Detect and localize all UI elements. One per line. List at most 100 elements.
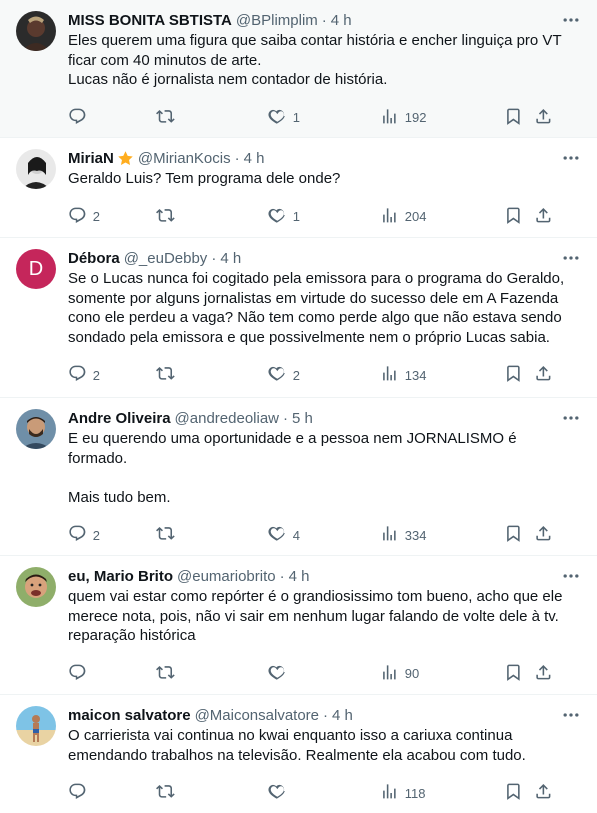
display-name[interactable]: maicon salvatore [68,707,191,724]
views-button[interactable]: 134 [380,364,504,386]
timestamp[interactable]: 5 h [292,410,313,427]
share-button[interactable] [534,107,554,129]
share-button[interactable] [534,663,554,685]
tweet[interactable]: Andre Oliveira @andredeoliaw · 5 h E eu … [0,398,597,556]
reply-button[interactable]: 2 [68,206,156,228]
tweet[interactable]: D Débora @_euDebby · 4 h Se o Lucas nunc… [0,238,597,398]
bookmark-button[interactable] [504,206,534,228]
avatar[interactable] [16,149,56,189]
timestamp[interactable]: 4 h [289,568,310,585]
more-options-icon[interactable] [561,148,581,168]
separator-dot: · [279,567,285,585]
tweet-actions: 90 [68,652,581,696]
tweet-actions: 1 192 [68,96,581,140]
reply-icon [68,782,87,804]
heart-icon [268,663,287,685]
more-options-icon[interactable] [561,705,581,725]
more-options-icon[interactable] [561,408,581,428]
avatar[interactable] [16,706,56,746]
like-button[interactable]: 1 [268,206,380,228]
like-button[interactable]: 4 [268,524,380,546]
like-count: 1 [292,209,300,224]
like-button[interactable]: 1 [268,107,380,129]
avatar[interactable]: D [16,249,56,289]
views-button[interactable]: 204 [380,206,504,228]
tweet[interactable]: MISS BONITA SBTISTA @BPlimplim · 4 h Ele… [0,0,597,138]
views-button[interactable]: 118 [380,782,504,804]
reply-count: 2 [92,527,100,543]
reply-icon [68,107,87,129]
display-name[interactable]: eu, Mario Brito [68,568,173,585]
timestamp[interactable]: 4 h [244,150,265,167]
reply-icon [68,524,87,546]
more-options-icon[interactable] [561,248,581,268]
share-icon [534,663,553,685]
reply-count: 2 [92,209,100,224]
retweet-icon [156,663,175,685]
bookmark-button[interactable] [504,364,534,386]
retweet-icon [156,206,175,228]
bookmark-button[interactable] [504,107,534,129]
avatar[interactable] [16,567,56,607]
retweet-button[interactable] [156,107,268,129]
retweet-button[interactable] [156,364,268,386]
more-options-icon[interactable] [561,566,581,586]
tweet[interactable]: eu, Mario Brito @eumariobrito · 4 h quem… [0,556,597,695]
avatar[interactable] [16,409,56,449]
share-button[interactable] [534,524,554,546]
views-button[interactable]: 90 [380,663,504,685]
retweet-icon [156,364,175,386]
bookmark-icon [504,206,523,228]
views-button[interactable]: 334 [380,524,504,546]
share-icon [534,206,553,228]
reply-button[interactable] [68,782,156,804]
reply-button[interactable] [68,107,156,129]
avatar[interactable] [16,11,56,51]
share-button[interactable] [534,206,554,228]
bookmark-button[interactable] [504,782,534,804]
like-button[interactable] [268,782,380,804]
display-name[interactable]: Débora [68,250,120,267]
display-name[interactable]: MISS BONITA SBTISTA [68,12,232,29]
timestamp[interactable]: 4 h [331,12,352,29]
view-count: 134 [404,367,427,383]
like-button[interactable] [268,663,380,685]
retweet-button[interactable] [156,663,268,685]
view-count: 118 [404,785,426,801]
tweet-text: E eu querendo uma oportunidade e a pesso… [68,430,517,506]
reply-button[interactable]: 2 [68,364,156,386]
like-button[interactable]: 2 [268,364,380,386]
user-handle[interactable]: @Maiconsalvatore [195,707,319,724]
bookmark-button[interactable] [504,524,534,546]
retweet-button[interactable] [156,782,268,804]
user-handle[interactable]: @_euDebby [124,250,208,267]
timestamp[interactable]: 4 h [220,250,241,267]
reply-button[interactable]: 2 [68,524,156,546]
like-count: 1 [292,110,300,125]
user-handle[interactable]: @MirianKocis [138,150,231,167]
reply-button[interactable] [68,663,156,685]
display-name[interactable]: Andre Oliveira [68,410,171,427]
reply-icon [68,364,87,386]
tweet-text: quem vai estar como repórter é o grandio… [68,588,563,644]
user-handle[interactable]: @andredeoliaw [175,410,279,427]
display-name[interactable]: MiriaN [68,150,114,167]
analytics-icon [380,206,399,228]
retweet-button[interactable] [156,206,268,228]
reply-icon [68,663,87,685]
timestamp[interactable]: 4 h [332,707,353,724]
bookmark-icon [504,782,523,804]
reply-count: 2 [92,367,100,383]
user-handle[interactable]: @eumariobrito [177,568,276,585]
tweet[interactable]: MiriaN @MirianKocis · 4 h Geraldo Luis? … [0,138,597,238]
retweet-button[interactable] [156,524,268,546]
share-button[interactable] [534,364,554,386]
user-handle[interactable]: @BPlimplim [236,12,318,29]
more-options-icon[interactable] [561,10,581,30]
share-button[interactable] [534,782,554,804]
separator-dot: · [323,706,329,724]
bookmark-button[interactable] [504,663,534,685]
analytics-icon [380,782,399,804]
tweet[interactable]: maicon salvatore @Maiconsalvatore · 4 h … [0,695,597,813]
views-button[interactable]: 192 [380,107,504,129]
